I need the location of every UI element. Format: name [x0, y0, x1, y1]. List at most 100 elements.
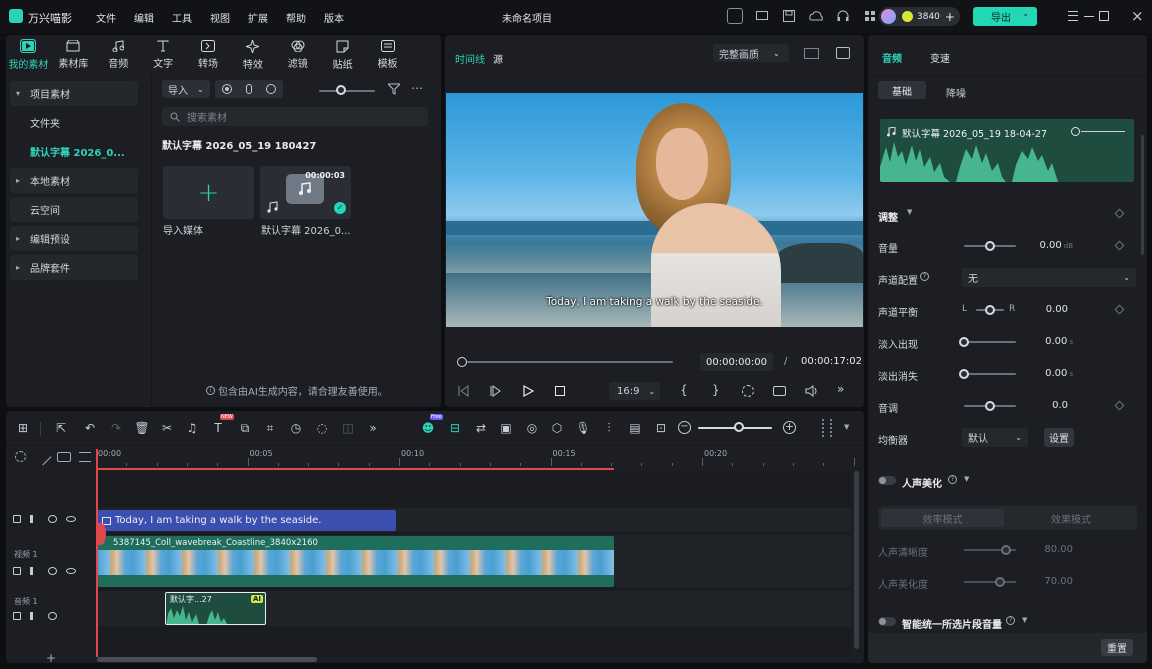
keyframe-icon[interactable] [1114, 304, 1125, 315]
menu-item[interactable]: 视图 [210, 10, 248, 25]
snapshot-icon[interactable] [836, 47, 850, 59]
split-icon[interactable]: ⊟ [446, 419, 464, 437]
media-tab[interactable]: 转场 [186, 37, 231, 73]
expand-icon[interactable]: » [837, 382, 844, 396]
prev-frame-icon[interactable] [458, 385, 469, 397]
replace-icon[interactable]: ⇄ [472, 419, 490, 437]
render-settings-icon[interactable] [742, 385, 754, 397]
thumbnail-size-slider[interactable] [319, 90, 375, 92]
play-frame-icon[interactable] [490, 385, 501, 397]
sync-icon[interactable] [727, 8, 743, 24]
tab-speed[interactable]: 变速 [930, 50, 950, 65]
mute-icon[interactable] [30, 612, 39, 620]
smart-toggle[interactable] [878, 617, 896, 626]
voice-slider-knob[interactable] [1000, 545, 1011, 555]
prop-value[interactable]: 0.0 [1052, 400, 1068, 411]
image-icon[interactable]: ▣ [497, 419, 515, 437]
speaker-icon[interactable] [48, 515, 57, 523]
prop-slider-knob[interactable] [959, 369, 969, 379]
eye-icon[interactable] [66, 568, 76, 574]
help-icon[interactable]: ? [948, 475, 957, 484]
voiceover-icon[interactable] [266, 84, 276, 94]
delete-icon[interactable]: 🗑 [133, 419, 151, 437]
prop-value[interactable]: 0.00 [1046, 304, 1068, 315]
track-settings-icon[interactable] [15, 451, 26, 462]
prop-value[interactable]: 0.00 s [1045, 368, 1073, 379]
monitor-icon[interactable] [754, 8, 770, 24]
clip-volume-knob[interactable] [1071, 127, 1080, 136]
multi-select-icon[interactable]: ⊞ [14, 419, 32, 437]
credits-pill[interactable]: 3840 + [879, 7, 960, 26]
tab-source[interactable]: 源 [493, 51, 503, 66]
keyframe-icon[interactable] [1114, 240, 1125, 251]
quality-dropdown[interactable]: 完整画质 ⌄ [713, 44, 789, 62]
prop-select[interactable]: 默认 ⌄ [962, 428, 1028, 447]
undo-icon[interactable]: ↶ [81, 419, 99, 437]
mode-efficiency[interactable]: 效率模式 [881, 509, 1004, 527]
speaker-icon[interactable] [48, 612, 57, 620]
record-screen-icon[interactable] [222, 84, 232, 94]
menu-item[interactable]: 工具 [172, 10, 210, 25]
help-icon[interactable]: ? [1006, 616, 1015, 625]
scrollbar[interactable] [1141, 135, 1144, 255]
close-icon[interactable]: × [1131, 7, 1144, 25]
compare-view-icon[interactable] [804, 48, 819, 59]
sidebar-item[interactable]: ▸ 编辑预设 [10, 226, 138, 251]
minimize-icon[interactable] [1084, 16, 1094, 17]
camera-icon[interactable] [773, 386, 786, 396]
ai-face-icon[interactable]: ☻ [419, 419, 437, 437]
voice-toggle[interactable] [878, 476, 896, 485]
playback-progress[interactable] [467, 361, 673, 363]
pointer-icon[interactable]: ⇱ [52, 419, 70, 437]
lock-icon[interactable] [13, 612, 21, 620]
prop-value[interactable]: 0.00 s [1045, 336, 1073, 347]
playhead-handle[interactable] [96, 523, 106, 545]
prop-select[interactable]: 无 ⌄ [962, 268, 1136, 287]
volume-icon[interactable] [805, 385, 818, 397]
add-track-icon[interactable]: + [46, 651, 56, 665]
h-scrollbar[interactable] [97, 657, 317, 662]
layout-icon[interactable] [822, 419, 832, 437]
subtab-denoise[interactable]: 降噪 [946, 85, 966, 100]
mic-record-icon[interactable]: 🎙 [574, 419, 592, 437]
video-clip[interactable]: 5387145_Coll_wavebreak_Coastline_3840x21… [97, 536, 614, 587]
maximize-icon[interactable] [1099, 11, 1109, 21]
voice-prop-value[interactable]: 80.00 [1044, 544, 1073, 555]
mute-icon[interactable] [30, 567, 39, 575]
thumbnail-size-knob[interactable] [336, 85, 346, 95]
cut-icon[interactable]: ✂ [158, 419, 176, 437]
menu-item[interactable]: 帮助 [286, 10, 324, 25]
aspect-dropdown[interactable]: 16:9 ⌄ [609, 382, 660, 400]
subtab-basic[interactable]: 基础 [878, 81, 926, 99]
add-credits-icon[interactable]: + [945, 10, 955, 24]
chevron-down-icon[interactable]: ▼ [907, 208, 912, 216]
eq-settings-button[interactable]: 设置 [1044, 428, 1074, 447]
auto-caption-icon[interactable]: T [209, 419, 227, 437]
lock-icon[interactable] [13, 515, 21, 523]
sidebar-item[interactable]: ▸ 品牌套件 [10, 255, 138, 280]
prop-slider[interactable] [964, 373, 1016, 375]
mixer-icon[interactable]: ⫶ [600, 419, 618, 437]
export-button[interactable]: 导出 ⌄ [973, 7, 1037, 26]
menu-item[interactable]: 扩展 [248, 10, 286, 25]
sidebar-item[interactable]: 默认字幕 2026_0... [10, 139, 138, 164]
prop-value[interactable]: 0.00 dB [1039, 240, 1073, 251]
prop-slider-knob[interactable] [985, 305, 995, 315]
tab-audio[interactable]: 音频 [882, 50, 902, 65]
fit-icon[interactable]: ⊡ [652, 419, 670, 437]
media-tab[interactable]: 模板 [365, 37, 410, 73]
filter-icon[interactable] [388, 83, 400, 95]
prop-slider-knob[interactable] [985, 241, 995, 251]
prop-slider[interactable] [964, 341, 1016, 343]
playhead-knob[interactable] [457, 357, 467, 367]
video-frame[interactable]: Today, I am taking a walk by the seaside… [446, 93, 863, 327]
voice-slider[interactable] [964, 581, 1016, 583]
video-subtitle[interactable]: Today, I am taking a walk by the seaside… [446, 296, 863, 308]
more-icon[interactable]: ⋯ [411, 81, 424, 95]
cloud-upload-icon[interactable] [808, 8, 824, 24]
headset-icon[interactable] [835, 8, 851, 24]
speed-icon[interactable]: ◷ [287, 419, 305, 437]
zoom-knob[interactable] [734, 422, 744, 432]
sidebar-item[interactable]: ▸ 本地素材 [10, 168, 138, 193]
menu-item[interactable]: 文件 [96, 10, 134, 25]
